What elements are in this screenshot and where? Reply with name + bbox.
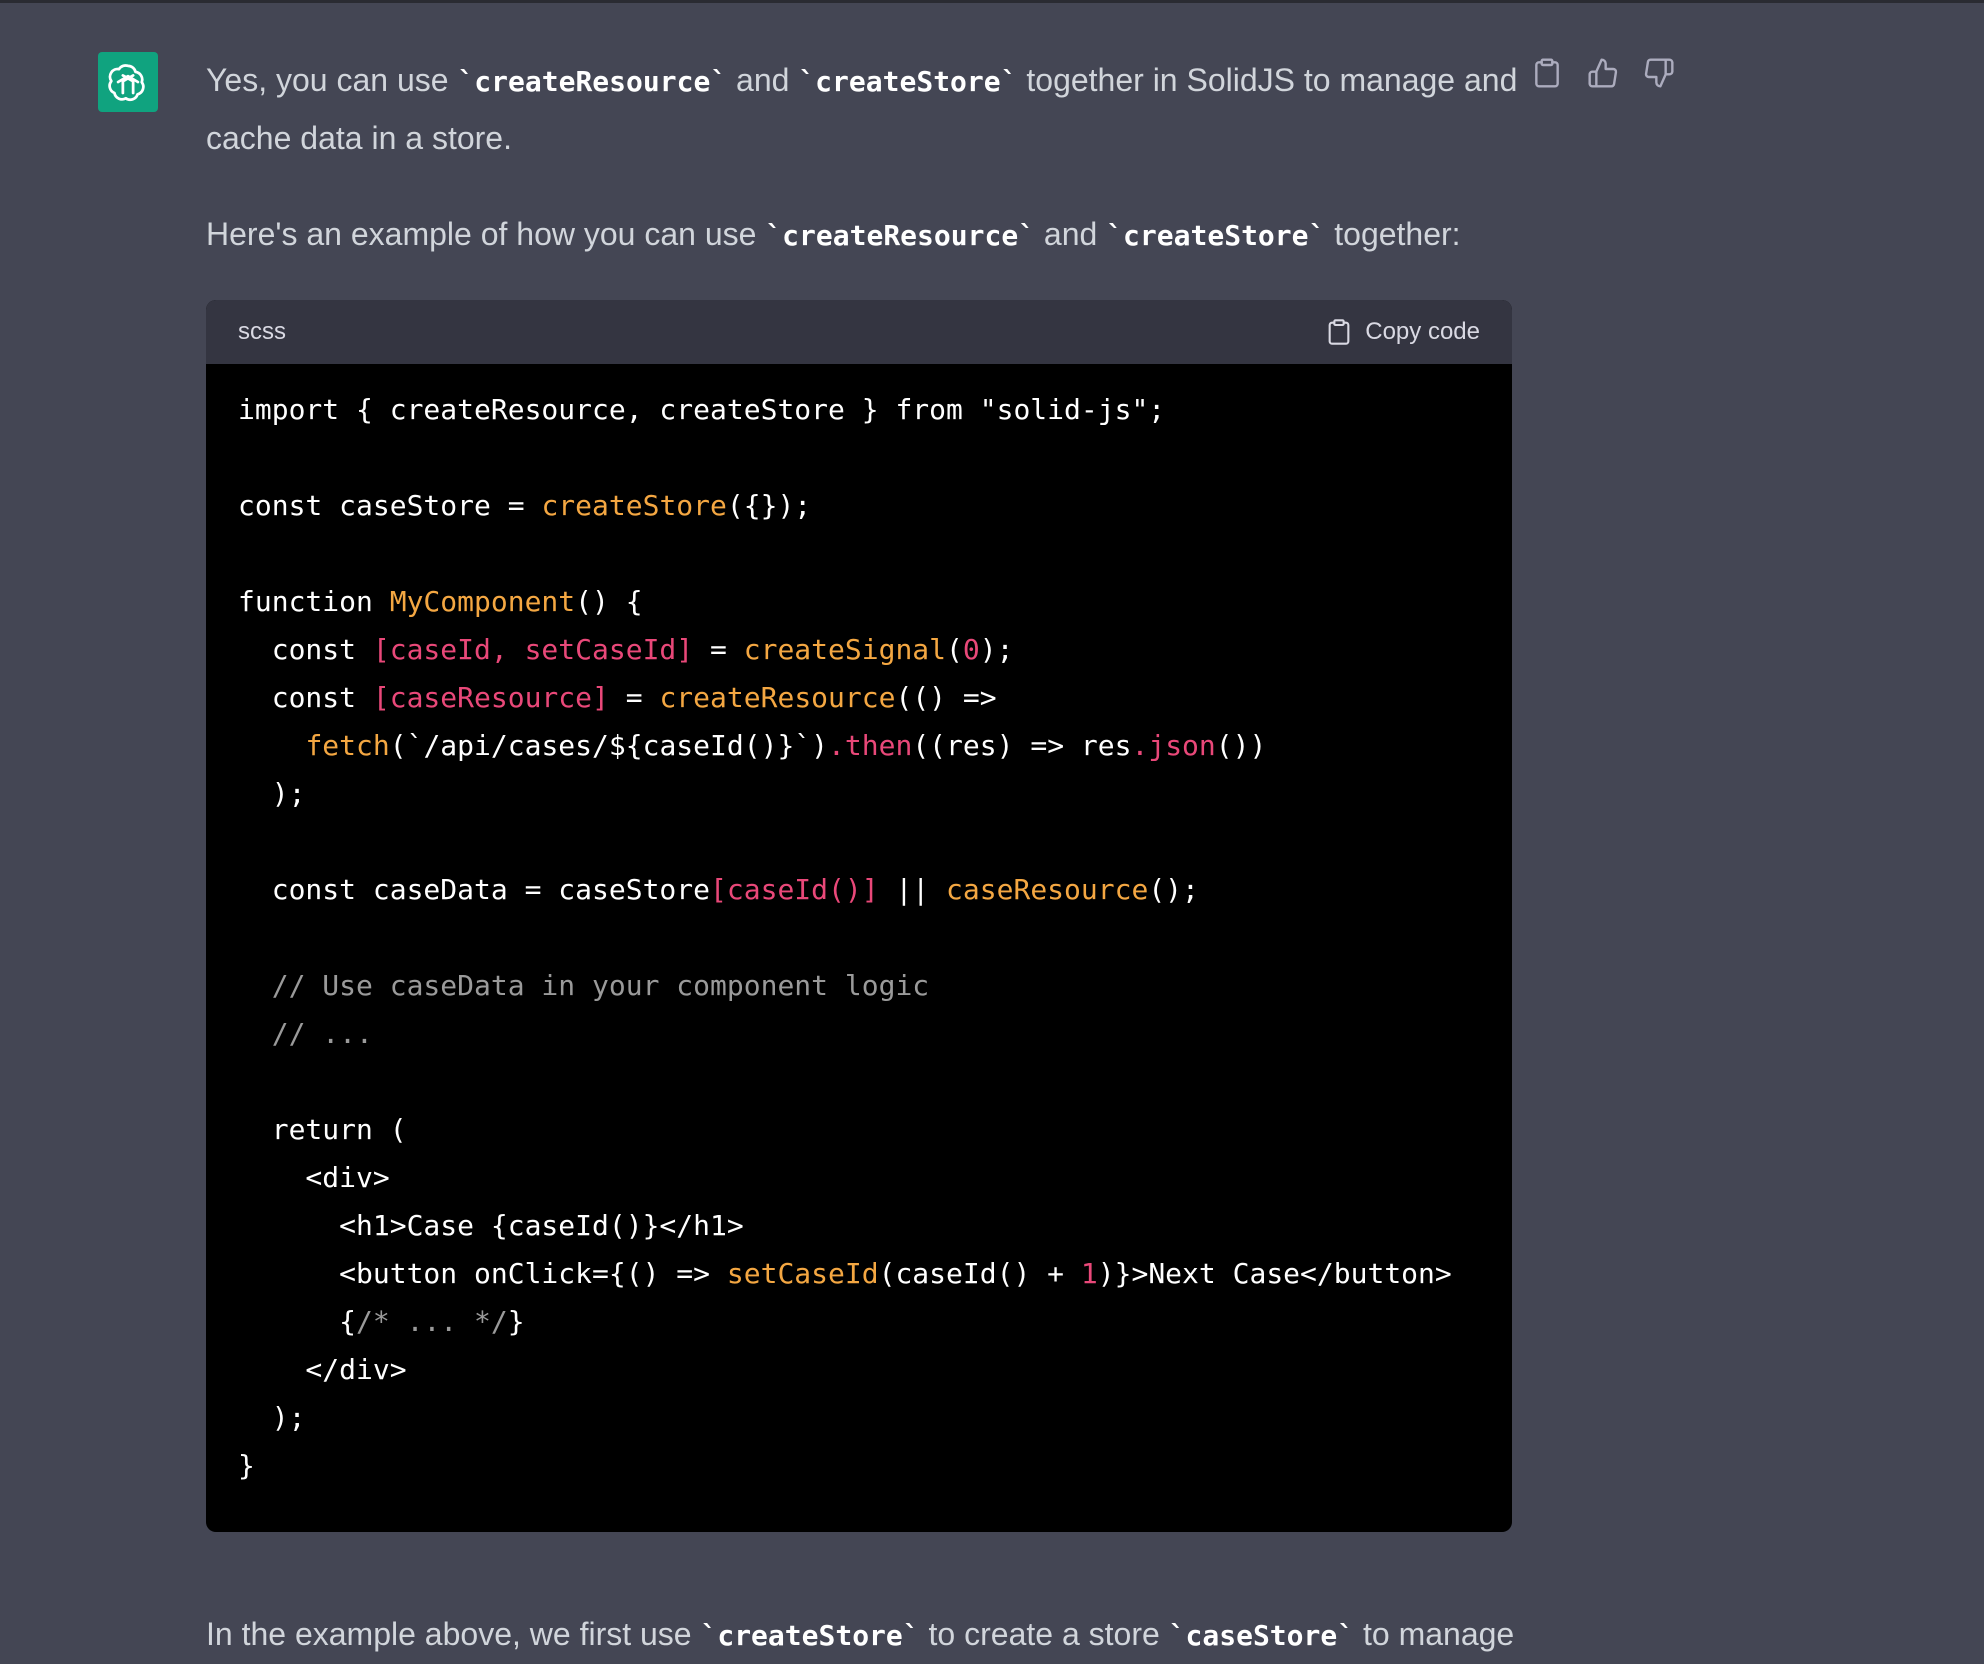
text: and <box>727 62 799 98</box>
text: together in SolidJS to manage and <box>1017 62 1518 98</box>
code-line: // ... <box>238 1017 373 1050</box>
clipboard-icon <box>1328 319 1350 345</box>
code-line: import { createResource, createStore } f… <box>238 393 1166 426</box>
inline-code: `caseStore` <box>1168 1619 1355 1652</box>
code-line: // Use caseData in your component logic <box>238 969 930 1002</box>
inline-code: `createResource` <box>765 219 1036 252</box>
text: In the example above, we first use <box>206 1616 701 1652</box>
copy-code-button[interactable]: Copy code <box>1325 318 1480 346</box>
assistant-avatar <box>98 52 158 112</box>
code-block: scss Copy code import { createResource, … <box>206 300 1512 1532</box>
code-language-label: scss <box>238 318 286 345</box>
openai-logo-icon <box>108 64 145 102</box>
text: to manage <box>1354 1616 1515 1652</box>
copy-message-button[interactable] <box>1530 56 1564 90</box>
code-line: function MyComponent() { <box>238 585 643 618</box>
message-content-continued: In the example above, we first use `crea… <box>206 1606 1606 1664</box>
clipboard-icon <box>1535 58 1559 88</box>
inline-code: `createResource` <box>457 65 728 98</box>
code-line: </div> <box>238 1353 407 1386</box>
thumbs-down-button[interactable] <box>1642 56 1676 90</box>
code-line: <button onClick={() => setCaseId(caseId(… <box>238 1257 1452 1290</box>
code-line: } <box>238 1449 255 1482</box>
message-actions <box>1530 56 1676 90</box>
thumbs-up-button[interactable] <box>1586 56 1620 90</box>
code-line: ); <box>238 1401 306 1434</box>
text: Yes, you can use <box>206 62 458 98</box>
code-content[interactable]: import { createResource, createStore } f… <box>206 364 1512 1490</box>
text: and <box>1035 216 1107 252</box>
code-line: <h1>Case {caseId()}</h1> <box>238 1209 744 1242</box>
code-block-header: scss Copy code <box>206 300 1512 364</box>
thumbs-down-icon <box>1644 58 1674 88</box>
code-line: {/* ... */} <box>238 1305 525 1338</box>
text: to create a store <box>919 1616 1169 1652</box>
text: together: <box>1325 216 1461 252</box>
thumbs-up-icon <box>1588 58 1618 88</box>
paragraph-example: Here's an example of how you can use `cr… <box>206 206 1512 264</box>
code-line: return ( <box>238 1113 407 1146</box>
top-divider <box>0 0 1984 3</box>
code-line: ); <box>238 777 306 810</box>
code-line: const caseData = caseStore[caseId()] || … <box>238 873 1199 906</box>
text: cache data in a store. <box>206 120 512 156</box>
code-line: const [caseResource] = createResource(()… <box>238 681 997 714</box>
inline-code: `createStore` <box>798 65 1018 98</box>
paragraph-explanation: In the example above, we first use `crea… <box>206 1606 1606 1664</box>
text: Here's an example of how you can use <box>206 216 766 252</box>
inline-code: `createStore` <box>700 1619 920 1652</box>
paragraph-intro: Yes, you can use `createResource` and `c… <box>206 52 1517 166</box>
copy-code-label: Copy code <box>1365 318 1480 345</box>
code-line: fetch(`/api/cases/${caseId()}`).then((re… <box>305 729 1267 762</box>
inline-code: `createStore` <box>1106 219 1326 252</box>
code-line: const caseStore = createStore({}); <box>238 489 812 522</box>
code-line: <div> <box>238 1161 390 1194</box>
message-content: Yes, you can use `createResource` and `c… <box>206 52 1517 264</box>
code-line: const [caseId, setCaseId] = createSignal… <box>238 633 1014 666</box>
